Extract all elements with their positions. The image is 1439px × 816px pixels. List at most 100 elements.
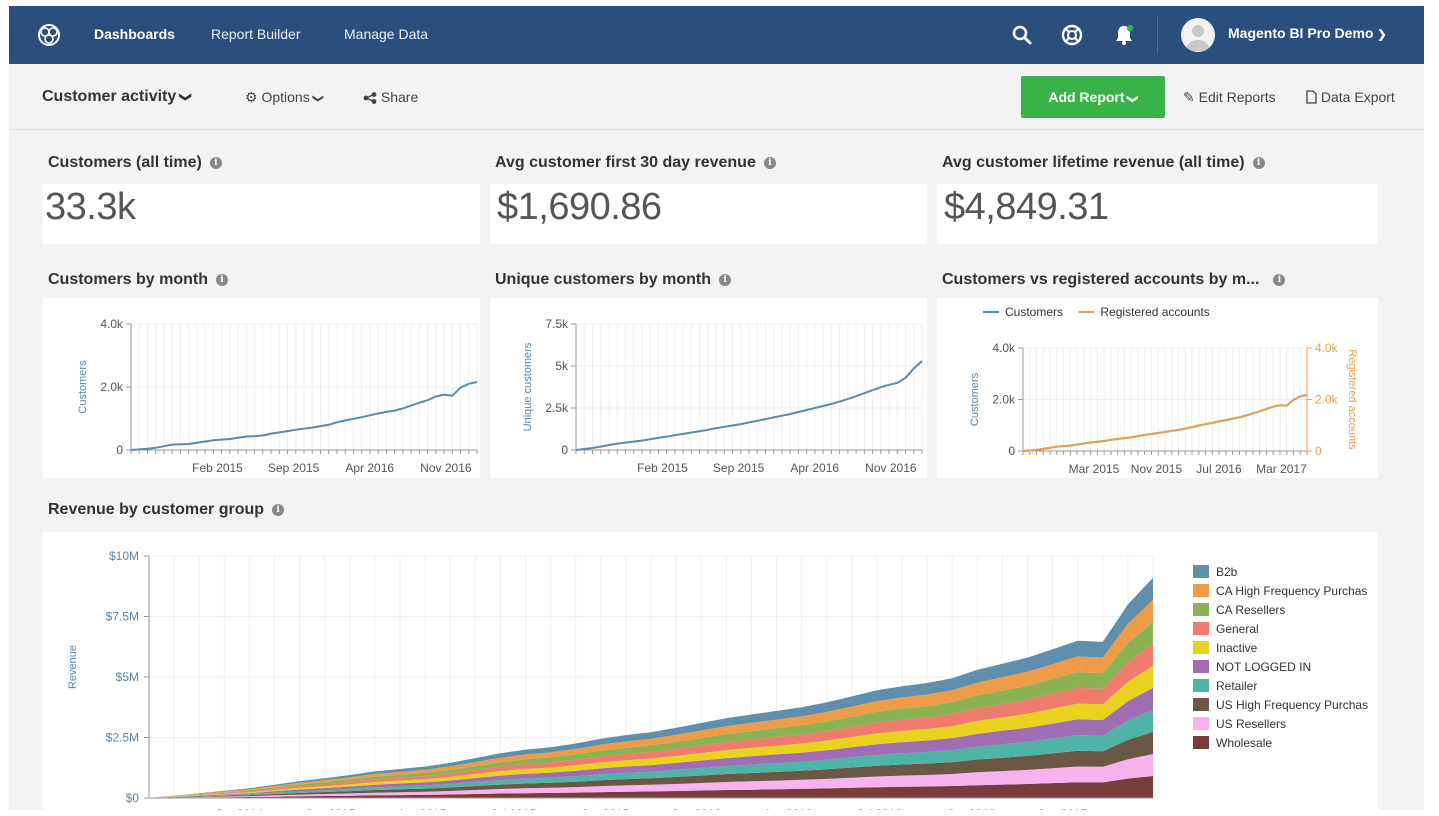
legend-swatch [1193,603,1209,616]
legend-label: General [1216,622,1259,636]
x-tick-label: Oct 2014 [215,807,264,810]
edit-reports-button[interactable]: ✎ Edit Reports [1183,89,1276,106]
x-tick-label: Jul 2016 [857,807,903,810]
y-tick-label: $2.5M [106,731,139,745]
info-icon[interactable]: i [216,273,229,286]
legend-swatch [1193,622,1209,635]
x-tick-label: Apr 2016 [764,807,813,810]
notification-bell-icon[interactable] [1111,22,1137,48]
x-tick-label: Jul 2015 [491,807,537,810]
y-tick-label: 2.0k [100,380,124,394]
x-tick-label: Nov 2015 [1131,462,1183,476]
kpi-card-customers[interactable]: 33.3k [43,184,480,244]
legend-swatch [1193,717,1209,730]
nav-divider [1157,16,1158,54]
legend-swatch [1193,565,1209,578]
legend-label: CA High Frequency Purchas [1216,584,1367,598]
top-navigation: Dashboards Report Builder Manage Data Ma… [9,6,1424,64]
y-tick-label: 0 [561,443,568,457]
legend-swatch [1193,698,1209,711]
nav-dashboards[interactable]: Dashboards [94,26,175,42]
legend-label: US High Frequency Purchas [1216,698,1368,712]
customers-by-month-chart: 0 2.0k 4.0k Feb 2015 Sep 2015 Apr 2016 Nov 201… [77,317,478,475]
legend-label: CA Resellers [1216,603,1285,617]
info-icon[interactable]: i [1252,156,1265,169]
search-icon[interactable] [1009,22,1035,48]
legend-label: Customers [1005,305,1063,319]
kpi-card-first30[interactable]: $1,690.86 [490,184,927,244]
x-tick-label: Feb 2015 [192,461,243,475]
y-tick-label: 0 [1008,444,1015,458]
avatar[interactable] [1181,18,1215,52]
y-tick-label: 7.5k [545,317,569,331]
share-button[interactable]: Share [363,89,418,105]
y-axis-label: Customers [969,372,981,426]
info-icon[interactable]: i [763,156,776,169]
user-avatar-icon [1186,25,1210,51]
help-lifebuoy-icon[interactable] [1059,22,1085,48]
revenue-by-group-chart: $0 $2.5M $5M $7.5M $10M Oct 2014 Jan 2015 Apr 2… [67,549,1368,810]
chevron-down-icon: ❯ [178,91,193,103]
y2-axis-label: Registered accounts [1346,349,1358,450]
x-tick-label: Sep 2015 [713,461,765,475]
legend-swatch [1193,660,1209,673]
x-tick-label: Oct 2015 [581,807,630,810]
app-window: Dashboards Report Builder Manage Data Ma… [9,6,1424,810]
legend-label: NOT LOGGED IN [1216,660,1311,674]
legend-label: US Resellers [1216,717,1286,731]
y-tick-label: 2.0k [992,393,1016,407]
customers-vs-registered-chart: 0 0 2.0k 2.0k 4.0k 4.0k Mar 2015 Nov 2015 Jul 20… [969,305,1358,476]
x-tick-label: Oct 2016 [947,807,996,810]
edit-icon: ✎ [1183,89,1195,105]
x-tick-label: Apr 2016 [790,461,839,475]
legend-swatch [1193,584,1209,597]
chevron-down-icon: ❯ [311,93,324,104]
y-tick-label: 4.0k [992,341,1016,355]
dashboard-toolbar: Customer activity ❯ ⚙ Options ❯ Share Ad… [9,64,1424,130]
options-menu[interactable]: ⚙ Options ❯ [245,89,324,106]
x-tick-label: Mar 2017 [1256,462,1307,476]
y2-tick-label: 2.0k [1315,393,1339,407]
x-tick-label: Jan 2015 [306,807,356,810]
y-tick-label: $5M [116,670,139,684]
info-icon[interactable]: i [1273,273,1286,286]
info-icon[interactable]: i [272,503,285,516]
info-icon[interactable]: i [209,156,222,169]
x-tick-label: Mar 2015 [1069,462,1120,476]
chart-card-customers-month[interactable]: 0 2.0k 4.0k Feb 2015 Sep 2015 Apr 2016 Nov 201… [43,298,480,478]
user-menu[interactable]: Magento BI Pro Demo ❯ [1228,25,1387,41]
data-export-label: Data Export [1320,89,1395,105]
y-axis-label: Revenue [67,645,79,689]
nav-manage-data[interactable]: Manage Data [344,26,428,42]
x-tick-label: Jul 2016 [1196,462,1242,476]
options-label: Options [261,89,310,105]
x-tick-label: Apr 2016 [345,461,394,475]
y-tick-label: 4.0k [100,317,124,331]
kpi-card-lifetime[interactable]: $4,849.31 [937,184,1378,244]
legend-label: Registered accounts [1100,305,1209,319]
gear-icon: ⚙ [245,89,258,105]
y-axis-label: Unique customers [522,342,534,431]
y2-tick-label: 4.0k [1315,341,1339,355]
data-export-button[interactable]: Data Export [1306,89,1395,105]
y-tick-label: $7.5M [106,610,139,624]
info-icon[interactable]: i [719,273,732,286]
y-tick-label: 5k [555,359,569,373]
logo-icon[interactable] [36,22,62,48]
edit-reports-label: Edit Reports [1198,89,1276,105]
add-report-button[interactable]: Add Report ❯ [1021,76,1165,118]
x-tick-label: Jan 2016 [672,807,722,810]
username-label: Magento BI Pro Demo [1228,25,1374,41]
kpi-value: $4,849.31 [944,186,1109,228]
chart-card-cust-vs-reg[interactable]: 0 0 2.0k 2.0k 4.0k 4.0k Mar 2015 Nov 2015 Jul 20… [937,298,1378,478]
chevron-down-icon: ❯ [1127,94,1140,104]
x-tick-label: Nov 2016 [420,461,472,475]
dashboard-selector[interactable]: Customer activity ❯ [42,88,193,106]
chart-title-revenue-group: Revenue by customer group i [48,501,285,519]
chart-card-revenue-group[interactable]: $0 $2.5M $5M $7.5M $10M Oct 2014 Jan 2015 Apr 2… [43,532,1378,810]
nav-report-builder[interactable]: Report Builder [211,26,301,42]
legend-label: Retailer [1216,679,1257,693]
y-axis-label: Customers [77,360,89,414]
kpi-title-first30: Avg customer first 30 day revenue i [495,154,776,172]
chart-card-unique-month[interactable]: 0 2.5k 5k 7.5k Feb 2015 Sep 2015 Apr 2016 Nov 2… [490,298,927,478]
